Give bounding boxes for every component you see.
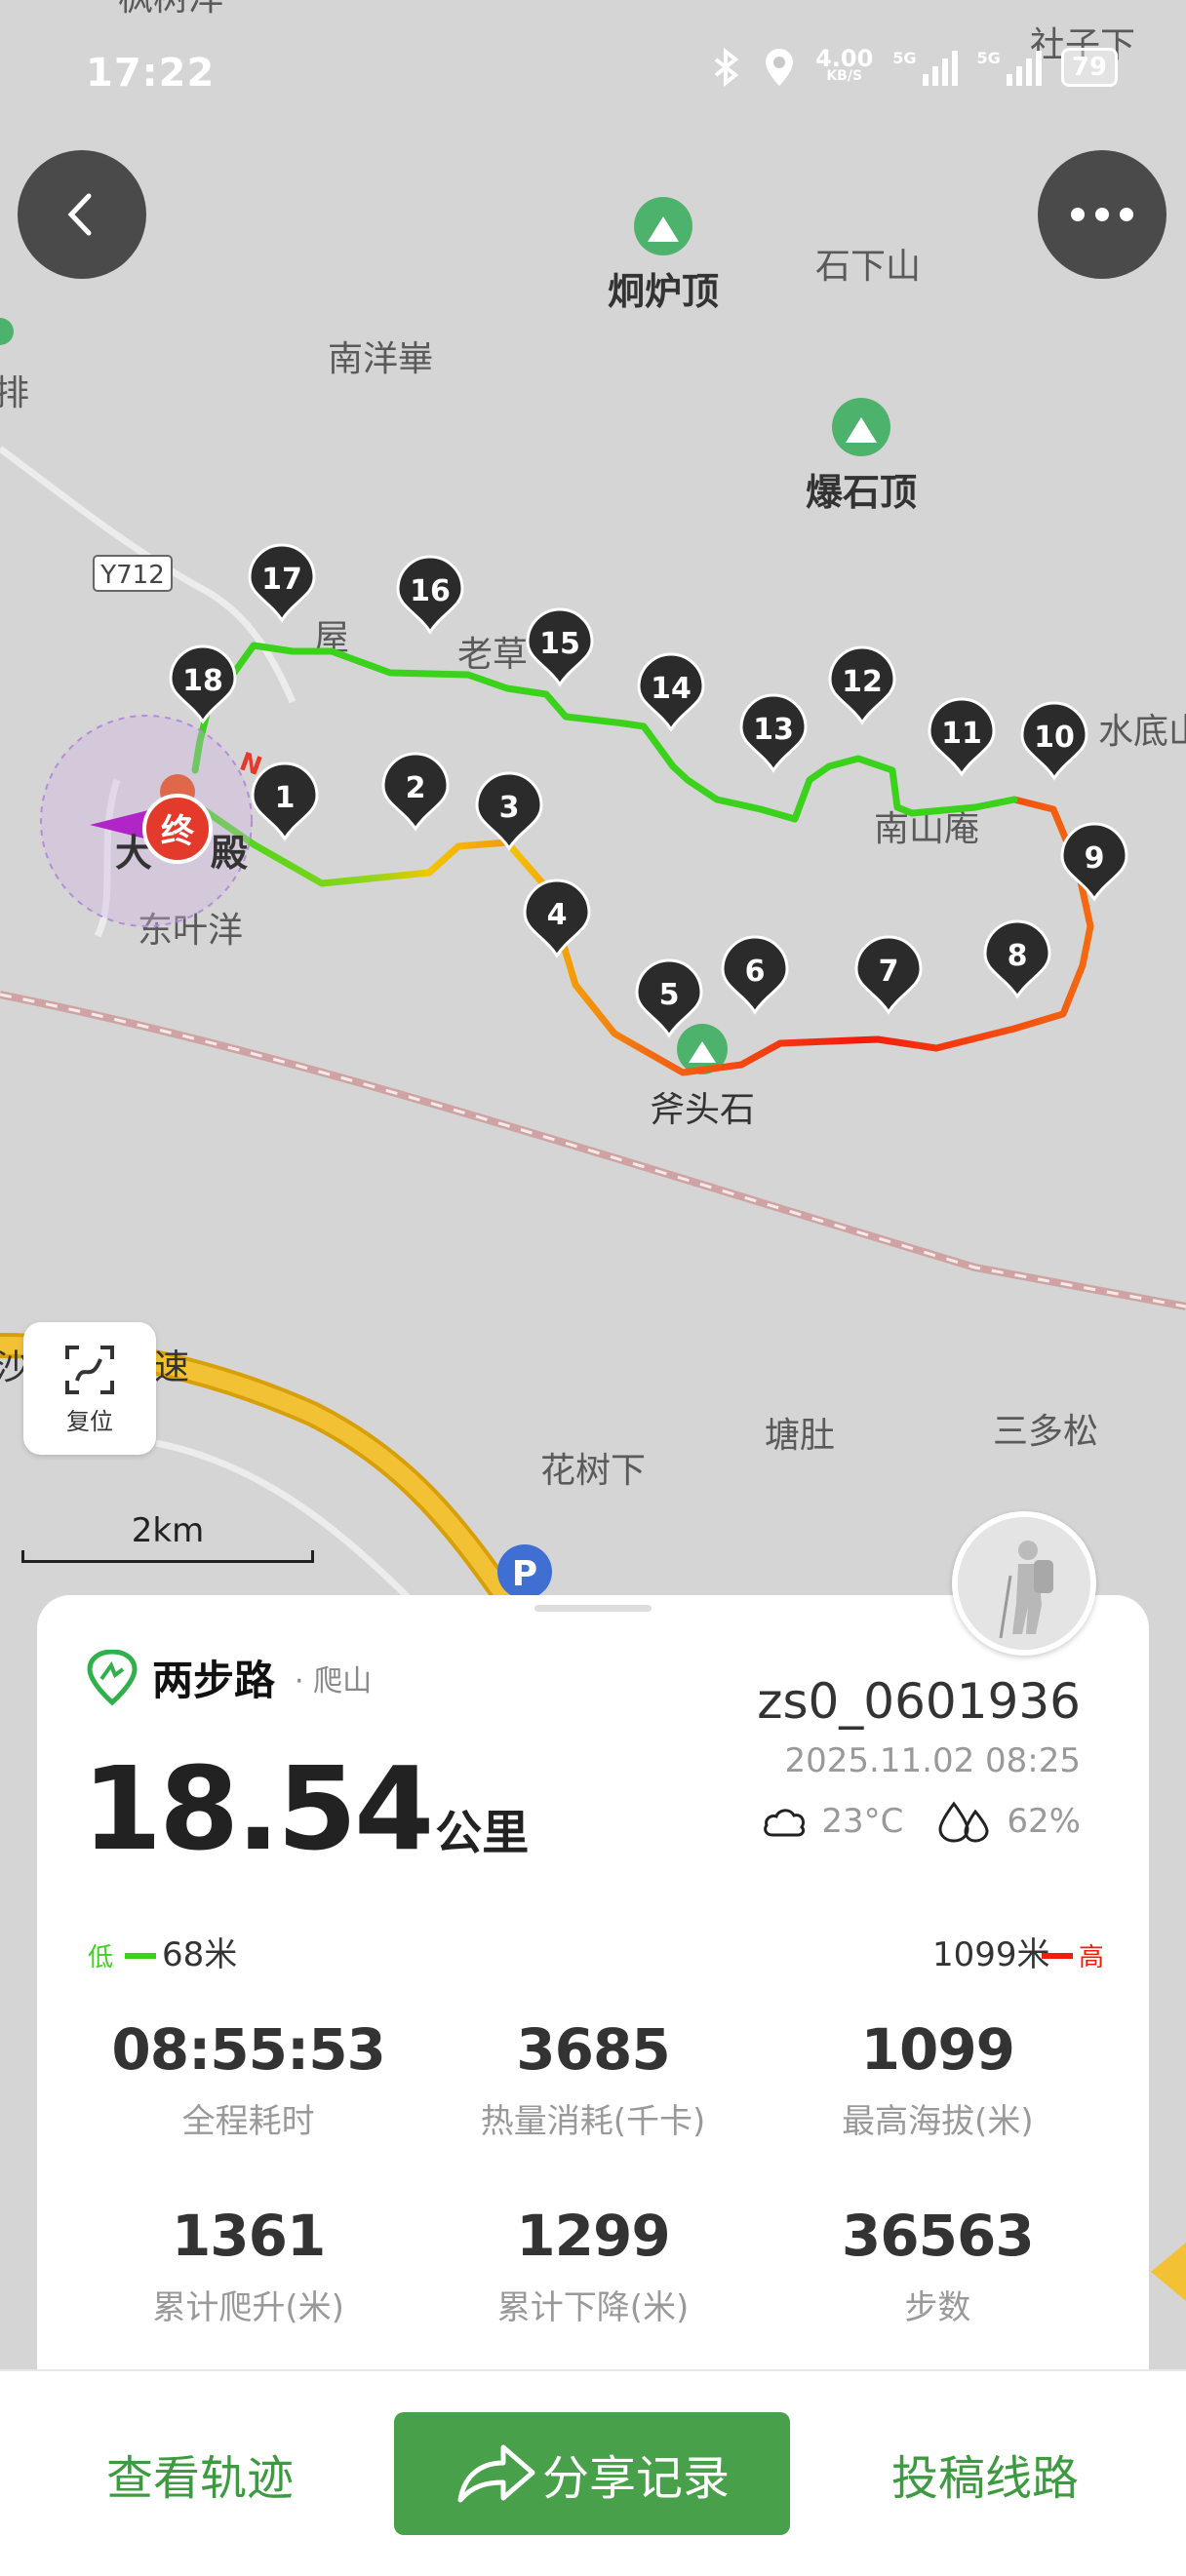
location-icon: [766, 49, 794, 86]
legend-high: 高: [1079, 1943, 1102, 1972]
waypoint-label: 14: [651, 672, 692, 706]
end-marker: 终: [142, 794, 213, 864]
map-label: 三多松: [993, 1411, 1098, 1451]
svg-text:爆石顶: 爆石顶: [806, 471, 917, 514]
stat-descent: 1299 累计下降(米): [496, 2203, 690, 2327]
submit-route-button[interactable]: 投稿线路: [839, 2412, 1131, 2535]
humidity: 62%: [1007, 1802, 1081, 1841]
status-time: 17:22: [86, 51, 216, 96]
parking-icon: P: [497, 1544, 552, 1599]
battery-indicator: 79: [1060, 48, 1118, 87]
share-record-button[interactable]: 分享记录: [394, 2412, 790, 2535]
total-distance: 18.54 公里: [82, 1741, 529, 1876]
waypoint-label: 18: [182, 664, 223, 698]
reset-view-button[interactable]: 复位: [23, 1322, 156, 1455]
hiker-avatar-icon: [958, 1517, 1090, 1650]
brand: 两步路 · 爬山: [86, 1648, 372, 1707]
waypoint-label: 15: [539, 627, 580, 661]
stat-duration: 08:55:53 全程耗时: [111, 2016, 386, 2141]
summary-card: 两步路 · 爬山 zs0_0601936 2025.11.02 08:25 23…: [37, 1595, 1149, 2375]
map-label: 水底山: [1098, 711, 1186, 751]
waypoint-label: 5: [659, 978, 680, 1012]
svg-text:P: P: [512, 1554, 537, 1594]
username: zs0_0601936: [757, 1673, 1081, 1730]
share-label: 分享记录: [541, 2451, 730, 2506]
waypoint-label: 1: [275, 781, 296, 815]
net-speed: 4.00 KB/S: [815, 45, 874, 84]
waypoint-label: 10: [1034, 721, 1075, 755]
waypoint-label: 12: [842, 665, 883, 699]
waypoint-label: 17: [261, 563, 302, 597]
legend-low: 低: [88, 1943, 113, 1972]
road-shield: Y712: [93, 555, 173, 592]
share-arrow-icon: [457, 2444, 535, 2503]
waypoint-label: 8: [1008, 939, 1028, 973]
stat-max-altitude: 1099 最高海拔(米): [842, 2016, 1034, 2141]
scale-label: 2km: [131, 1511, 205, 1550]
waypoint-label: 13: [753, 713, 794, 747]
legend-high-value: 1099米: [932, 1936, 1050, 1974]
map-label: 排: [0, 372, 29, 412]
app-logo-icon: [87, 1649, 138, 1705]
view-track-button[interactable]: 查看轨迹: [59, 2412, 341, 2535]
stats-grid: 08:55:53 全程耗时 3685 热量消耗(千卡) 1099 最高海拔(米) 13…: [76, 2016, 1110, 2328]
humidity-icon: [938, 1801, 989, 1843]
bluetooth-icon: [714, 48, 739, 87]
temperature: 23°C: [821, 1802, 904, 1841]
waypoint-label: 16: [410, 574, 451, 608]
stat-calories: 3685 热量消耗(千卡): [480, 2016, 706, 2141]
waypoint-label: 4: [547, 898, 568, 932]
map-label: 速: [154, 1347, 189, 1386]
waypoint-label: 2: [406, 771, 426, 805]
reset-route-icon: [65, 1345, 114, 1394]
waypoint-label: 3: [499, 791, 520, 825]
activity-type: · 爬山: [295, 1663, 373, 1698]
map-label: 塘肚: [765, 1415, 835, 1455]
signal-icon: 5G: [977, 49, 1042, 86]
distance-unit: 公里: [435, 1806, 530, 1860]
elevation-legend: 低 68米 1099米 高: [88, 1936, 1102, 1974]
map-scale: 2km: [21, 1511, 314, 1563]
stat-ascent: 1361 累计爬升(米): [152, 2203, 344, 2327]
svg-text:炯炉顶: 炯炉顶: [608, 270, 719, 313]
map-label: 石下山: [815, 246, 921, 286]
waypoint-label: 9: [1085, 841, 1105, 876]
bottom-action-bar: 查看轨迹 分享记录 投稿线路: [0, 2369, 1186, 2576]
cloud-icon: [764, 1809, 806, 1837]
brand-name: 两步路: [152, 1657, 276, 1704]
map-label: 老草: [457, 634, 528, 674]
waypoint-label: 6: [745, 955, 766, 989]
weather: 23°C 62%: [761, 1800, 1081, 1843]
status-bar: 17:22 4.00 KB/S 5G 5G 79: [0, 0, 1186, 146]
record-datetime: 2025.11.02 08:25: [784, 1741, 1081, 1780]
back-button[interactable]: [18, 150, 146, 279]
legend-low-value: 68米: [162, 1936, 237, 1974]
avatar[interactable]: [952, 1511, 1096, 1656]
waypoint-label: 7: [879, 955, 899, 989]
signal-icon: 5G: [892, 49, 958, 86]
stat-steps: 36563 步数: [841, 2203, 1035, 2327]
more-button[interactable]: [1038, 150, 1166, 279]
reset-label: 复位: [66, 1407, 113, 1435]
more-dots-icon: [1071, 208, 1133, 221]
svg-text:殿: 殿: [211, 832, 248, 875]
map-label: 斧头石: [650, 1089, 755, 1129]
distance-value: 18.54: [82, 1741, 434, 1876]
svg-text:终: 终: [161, 812, 195, 851]
waypoint-label: 11: [941, 717, 982, 751]
drag-handle[interactable]: [534, 1605, 652, 1612]
svg-text:Y712: Y712: [99, 561, 165, 590]
map-label: 花树下: [540, 1450, 646, 1490]
map-label: 南洋崋: [328, 338, 433, 378]
chevron-left-icon: [67, 193, 92, 236]
